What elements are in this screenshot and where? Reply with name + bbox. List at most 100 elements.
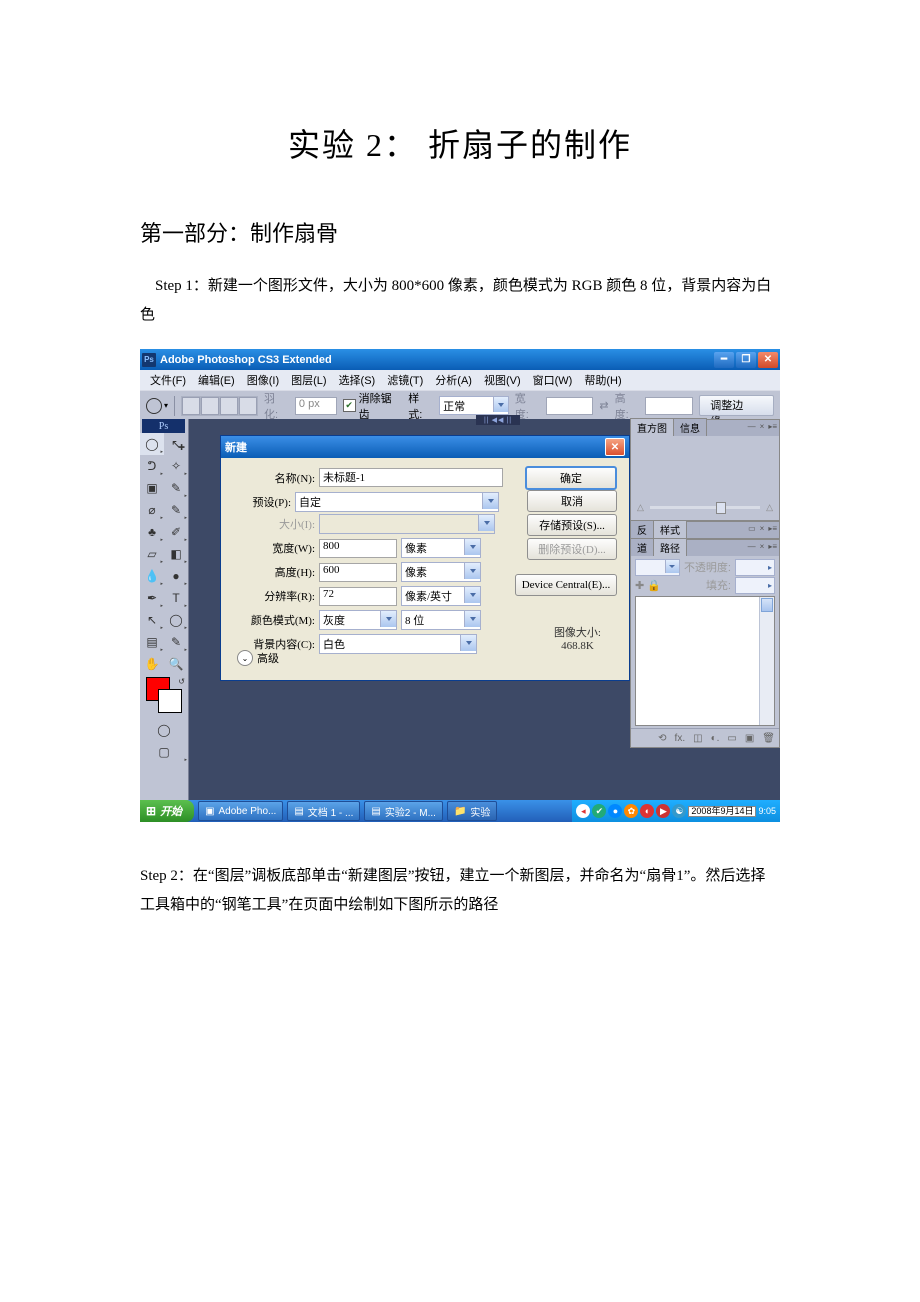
path-select-tool-icon[interactable]: ↖▸: [140, 609, 164, 631]
tray-icon[interactable]: ●: [608, 804, 622, 818]
layer-mask-icon[interactable]: ◫: [693, 733, 702, 744]
notes-tool-icon[interactable]: ▤▸: [140, 631, 164, 653]
eyedropper-tool-icon[interactable]: ✎▸: [164, 631, 188, 653]
delete-layer-icon[interactable]: 🗑: [762, 733, 775, 744]
tray-icon[interactable]: ✿: [624, 804, 638, 818]
paths-tab[interactable]: 路径: [653, 538, 687, 556]
bg-combo[interactable]: 白色: [319, 634, 477, 654]
blend-mode-combo[interactable]: [635, 559, 680, 576]
feather-input[interactable]: 0 px: [295, 397, 337, 415]
selection-mode-buttons[interactable]: [181, 396, 258, 416]
color-tab-stub[interactable]: 反: [630, 520, 654, 538]
panel-menu-icon[interactable]: ▸≡: [768, 524, 777, 533]
menu-select[interactable]: 选择(S): [333, 370, 382, 390]
zoom-slider[interactable]: △ △: [637, 500, 773, 514]
panel-close-icon[interactable]: ×: [760, 542, 765, 551]
tray-icon[interactable]: ◂: [576, 804, 590, 818]
panel-collapse-icon[interactable]: ▭: [748, 524, 756, 533]
panel-minimize-icon[interactable]: —: [748, 542, 756, 551]
zoom-out-icon[interactable]: △: [637, 502, 644, 513]
blur-tool-icon[interactable]: 💧▸: [140, 565, 164, 587]
lock-icons[interactable]: ✚ 🔒: [635, 579, 661, 592]
swap-colors-icon[interactable]: ↺: [178, 677, 185, 686]
width-unit-combo[interactable]: 像素: [401, 538, 481, 558]
maximize-button[interactable]: ❐: [736, 352, 756, 368]
layer-fx-icon[interactable]: fx.: [675, 733, 686, 744]
zoom-tool-icon[interactable]: 🔍: [164, 653, 188, 675]
fill-input[interactable]: ▸: [735, 577, 775, 594]
zoom-in-icon[interactable]: △: [766, 502, 773, 513]
panel-menu-icon[interactable]: ▸≡: [768, 542, 777, 551]
clone-stamp-tool-icon[interactable]: ♣▸: [140, 521, 164, 543]
panel-grabber-icon[interactable]: ||◀◀||: [476, 415, 520, 425]
dodge-tool-icon[interactable]: ●▸: [164, 565, 188, 587]
resolution-input[interactable]: 72: [319, 587, 397, 606]
preset-combo[interactable]: 自定: [295, 492, 499, 512]
tray-icon[interactable]: ◐: [640, 804, 654, 818]
tray-icon[interactable]: ☯: [672, 804, 686, 818]
pen-tool-icon[interactable]: ✒▸: [140, 587, 164, 609]
tray-time[interactable]: 9:05: [758, 806, 776, 816]
histogram-tab[interactable]: 直方图: [630, 418, 674, 436]
quickmask-icon[interactable]: ◯: [140, 719, 188, 741]
antialias-checkbox[interactable]: ✔ 消除锯齿: [343, 390, 403, 422]
menu-image[interactable]: 图像(I): [241, 370, 285, 390]
panel-close-icon[interactable]: ×: [760, 524, 765, 533]
marquee-tool-icon[interactable]: [146, 398, 162, 414]
tray-date[interactable]: 2008年9月14日: [688, 806, 756, 817]
ellipse-marquee-tool-icon[interactable]: ◯▸: [140, 433, 164, 455]
panel-menu-icon[interactable]: ▸≡: [768, 422, 777, 431]
refine-edge-button[interactable]: 调整边缘...: [699, 395, 774, 416]
screenmode-icon[interactable]: ▢▸: [140, 741, 188, 763]
resolution-unit-combo[interactable]: 像素/英寸: [401, 586, 481, 606]
selection-new-icon[interactable]: [182, 397, 200, 415]
healing-brush-tool-icon[interactable]: ⌀▸: [140, 499, 164, 521]
minimize-button[interactable]: ━: [714, 352, 734, 368]
advanced-expander[interactable]: ⌄ 高级: [237, 650, 279, 666]
color-swatches[interactable]: ↺: [140, 675, 188, 719]
adjustment-layer-icon[interactable]: ◐.: [711, 733, 720, 744]
name-input[interactable]: 未标题-1: [319, 468, 503, 487]
scroll-up-icon[interactable]: [761, 598, 773, 612]
layers-list[interactable]: [635, 596, 775, 726]
start-button[interactable]: ⊞ 开始: [140, 800, 194, 822]
save-preset-button[interactable]: 存储预设(S)...: [527, 514, 617, 536]
crop-tool-icon[interactable]: ▣: [140, 477, 164, 499]
tray-icon[interactable]: ✔: [592, 804, 606, 818]
eraser-tool-icon[interactable]: ▱▸: [140, 543, 164, 565]
brush-tool-icon[interactable]: ✎▸: [164, 499, 188, 521]
menu-edit[interactable]: 编辑(E): [192, 370, 241, 390]
link-layers-icon[interactable]: ⟲: [658, 733, 666, 744]
channels-tab-stub[interactable]: 道: [630, 538, 654, 556]
height-unit-combo[interactable]: 像素: [401, 562, 481, 582]
taskbar-item-photoshop[interactable]: ▣ Adobe Pho...: [198, 801, 283, 821]
panel-minimize-icon[interactable]: —: [748, 422, 756, 431]
taskbar-item-folder[interactable]: 📁 实验: [447, 801, 497, 821]
hand-tool-icon[interactable]: ✋: [140, 653, 164, 675]
cancel-button[interactable]: 取消: [527, 490, 617, 512]
ok-button[interactable]: 确定: [525, 466, 617, 490]
style-combo[interactable]: 正常: [439, 396, 509, 415]
slice-tool-icon[interactable]: ✎▸: [164, 477, 188, 499]
wand-tool-icon[interactable]: ✧▸: [164, 455, 188, 477]
opacity-input[interactable]: ▸: [735, 559, 775, 576]
selection-subtract-icon[interactable]: [220, 397, 238, 415]
menu-view[interactable]: 视图(V): [478, 370, 527, 390]
height-input[interactable]: 600: [319, 563, 397, 582]
tray-icon[interactable]: ▶: [656, 804, 670, 818]
tool-dropdown-icon[interactable]: ▾: [164, 401, 168, 410]
styles-tab[interactable]: 样式: [653, 520, 687, 538]
menu-file[interactable]: 文件(F): [144, 370, 192, 390]
gradient-tool-icon[interactable]: ◧▸: [164, 543, 188, 565]
info-tab[interactable]: 信息: [673, 418, 707, 436]
selection-add-icon[interactable]: [201, 397, 219, 415]
menu-analysis[interactable]: 分析(A): [429, 370, 478, 390]
shape-tool-icon[interactable]: ◯▸: [164, 609, 188, 631]
menu-help[interactable]: 帮助(H): [578, 370, 627, 390]
dialog-close-button[interactable]: ✕: [605, 438, 625, 456]
menu-window[interactable]: 窗口(W): [527, 370, 579, 390]
taskbar-item-doc2[interactable]: ▤ 实验2 - M...: [364, 801, 443, 821]
type-tool-icon[interactable]: T▸: [164, 587, 188, 609]
layer-group-icon[interactable]: ▭: [727, 733, 736, 744]
history-brush-tool-icon[interactable]: ✐▸: [164, 521, 188, 543]
